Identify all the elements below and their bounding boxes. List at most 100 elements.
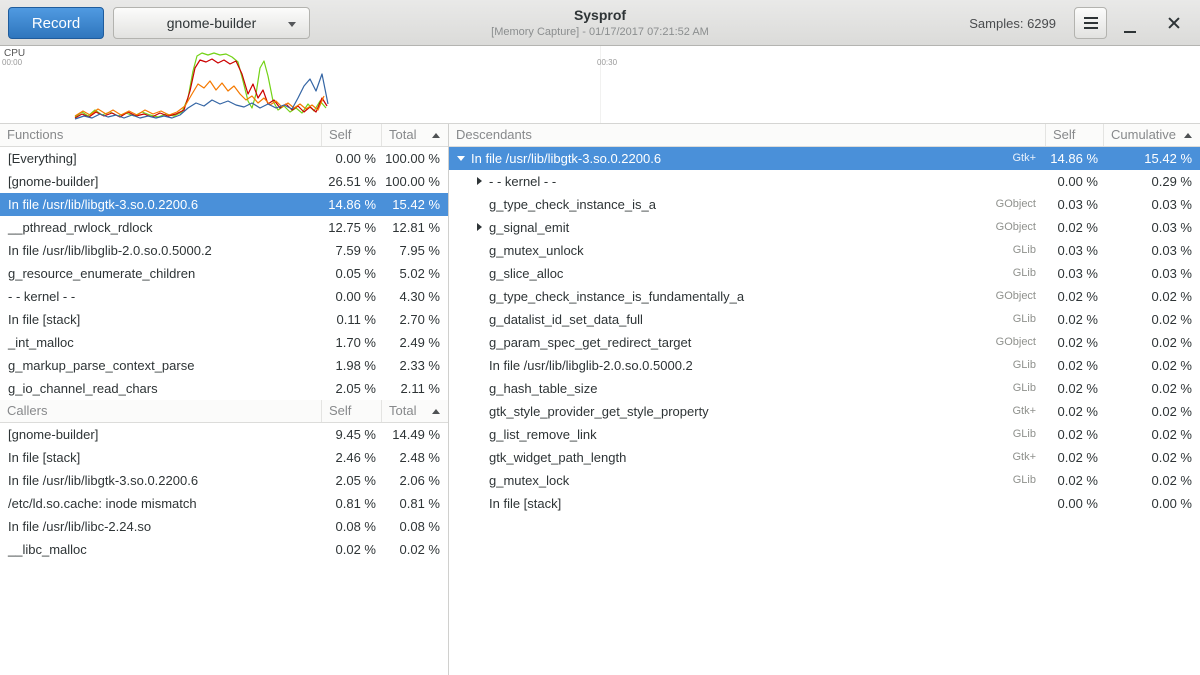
callers-column-header[interactable]: Callers — [0, 400, 322, 422]
total-column-header[interactable]: Total — [382, 124, 448, 146]
function-name-cell: In file [stack] — [0, 446, 322, 469]
minimize-button[interactable] — [1112, 7, 1148, 39]
descendants-row[interactable]: In file /usr/lib/libglib-2.0.so.0.5000.2… — [449, 354, 1200, 377]
process-selector-dropdown[interactable]: gnome-builder — [113, 7, 310, 39]
function-name-cell: [gnome-builder] — [0, 170, 322, 193]
functions-row[interactable]: [gnome-builder]26.51 %100.00 % — [0, 170, 448, 193]
self-percent-cell: 14.86 % — [322, 193, 382, 216]
functions-row[interactable]: [Everything]0.00 %100.00 % — [0, 147, 448, 170]
descendant-label: g_slice_alloc — [489, 266, 563, 281]
descendants-row[interactable]: g_param_spec_get_redirect_targetGObject0… — [449, 331, 1200, 354]
descendants-row[interactable]: g_slice_allocGLib0.03 %0.03 % — [449, 262, 1200, 285]
functions-column-header[interactable]: Functions — [0, 124, 322, 146]
library-badge: GLib — [976, 308, 1046, 331]
callers-row[interactable]: __libc_malloc0.02 %0.02 % — [0, 538, 448, 561]
self-column-header[interactable]: Self — [322, 400, 382, 422]
cumulative-column-label: Cumulative — [1111, 124, 1176, 146]
expander-closed-icon[interactable] — [473, 170, 489, 193]
self-percent-cell: 0.08 % — [322, 515, 382, 538]
record-button[interactable]: Record — [8, 7, 104, 39]
descendants-row[interactable]: gtk_style_provider_get_style_propertyGtk… — [449, 400, 1200, 423]
cpu-graph-area[interactable]: CPU 00:00 00:30 — [0, 46, 1200, 124]
descendant-name-cell: g_hash_table_size — [449, 377, 976, 400]
menu-button[interactable] — [1074, 7, 1107, 39]
cumulative-percent-cell: 0.02 % — [1104, 285, 1200, 308]
descendant-label: g_mutex_lock — [489, 473, 569, 488]
expander-spacer — [473, 377, 489, 400]
cpu-line-orange — [75, 81, 324, 116]
total-column-header[interactable]: Total — [382, 400, 448, 422]
self-column-header[interactable]: Self — [1046, 124, 1104, 146]
callers-row[interactable]: In file /usr/lib/libc-2.24.so0.08 %0.08 … — [0, 515, 448, 538]
descendant-name-cell: In file [stack] — [449, 492, 976, 515]
total-column-label: Total — [389, 400, 416, 422]
self-percent-cell: 0.00 % — [1046, 492, 1104, 515]
cpu-line-red — [75, 59, 327, 118]
callers-row[interactable]: In file [stack]2.46 %2.48 % — [0, 446, 448, 469]
self-percent-cell: 0.02 % — [1046, 377, 1104, 400]
library-badge: GLib — [976, 239, 1046, 262]
library-badge: Gtk+ — [976, 400, 1046, 423]
library-badge — [976, 492, 1046, 515]
total-percent-cell: 14.49 % — [382, 423, 448, 446]
cumulative-column-header[interactable]: Cumulative — [1104, 124, 1200, 146]
descendants-row[interactable]: gtk_widget_path_lengthGtk+0.02 %0.02 % — [449, 446, 1200, 469]
descendant-name-cell: g_mutex_lock — [449, 469, 976, 492]
callers-row[interactable]: In file /usr/lib/libgtk-3.so.0.2200.62.0… — [0, 469, 448, 492]
descendant-label: g_type_check_instance_is_fundamentally_a — [489, 289, 744, 304]
functions-row[interactable]: In file [stack]0.11 %2.70 % — [0, 308, 448, 331]
descendant-name-cell: g_type_check_instance_is_fundamentally_a — [449, 285, 976, 308]
cumulative-percent-cell: 0.02 % — [1104, 423, 1200, 446]
descendants-column-header[interactable]: Descendants — [449, 124, 1046, 146]
descendant-label: g_mutex_unlock — [489, 243, 584, 258]
descendant-label: g_param_spec_get_redirect_target — [489, 335, 691, 350]
descendants-row[interactable]: g_hash_table_sizeGLib0.02 %0.02 % — [449, 377, 1200, 400]
descendants-list: In file /usr/lib/libgtk-3.so.0.2200.6 Gtk… — [449, 147, 1200, 515]
descendants-row[interactable]: In file /usr/lib/libgtk-3.so.0.2200.6Gtk… — [449, 147, 1200, 170]
expander-open-icon[interactable] — [455, 147, 471, 170]
descendant-label: In file /usr/lib/libgtk-3.so.0.2200.6 — [471, 151, 661, 166]
expander-closed-icon[interactable] — [473, 216, 489, 239]
cumulative-percent-cell: 0.02 % — [1104, 469, 1200, 492]
descendant-name-cell: g_datalist_id_set_data_full — [449, 308, 976, 331]
self-column-header[interactable]: Self — [322, 124, 382, 146]
expander-spacer — [473, 492, 489, 515]
descendants-row[interactable]: g_mutex_lockGLib0.02 %0.02 % — [449, 469, 1200, 492]
self-percent-cell: 0.00 % — [322, 285, 382, 308]
descendants-row[interactable]: g_signal_emitGObject0.02 %0.03 % — [449, 216, 1200, 239]
functions-row[interactable]: - - kernel - -0.00 %4.30 % — [0, 285, 448, 308]
callers-row[interactable]: /etc/ld.so.cache: inode mismatch0.81 %0.… — [0, 492, 448, 515]
functions-row[interactable]: __pthread_rwlock_rdlock12.75 %12.81 % — [0, 216, 448, 239]
close-button[interactable] — [1156, 7, 1192, 39]
self-percent-cell: 0.02 % — [322, 538, 382, 561]
functions-row[interactable]: g_io_channel_read_chars2.05 %2.11 % — [0, 377, 448, 400]
expander-spacer — [473, 285, 489, 308]
descendants-row[interactable]: g_datalist_id_set_data_fullGLib0.02 %0.0… — [449, 308, 1200, 331]
functions-row[interactable]: In file /usr/lib/libglib-2.0.so.0.5000.2… — [0, 239, 448, 262]
descendant-name-cell: In file /usr/lib/libglib-2.0.so.0.5000.2 — [449, 354, 976, 377]
expander-spacer — [473, 354, 489, 377]
descendants-row[interactable]: g_mutex_unlockGLib0.03 %0.03 % — [449, 239, 1200, 262]
cumulative-percent-cell: 0.02 % — [1104, 354, 1200, 377]
cumulative-percent-cell: 0.03 % — [1104, 239, 1200, 262]
descendants-row[interactable]: g_type_check_instance_is_aGObject0.03 %0… — [449, 193, 1200, 216]
descendants-row[interactable]: g_type_check_instance_is_fundamentally_a… — [449, 285, 1200, 308]
descendants-row[interactable]: - - kernel - -0.00 %0.29 % — [449, 170, 1200, 193]
functions-row[interactable]: g_resource_enumerate_children0.05 %5.02 … — [0, 262, 448, 285]
cumulative-percent-cell: 0.03 % — [1104, 193, 1200, 216]
process-selector-label: gnome-builder — [167, 15, 257, 31]
expander-spacer — [473, 308, 489, 331]
callers-row[interactable]: [gnome-builder]9.45 %14.49 % — [0, 423, 448, 446]
callers-list: [gnome-builder]9.45 %14.49 %In file [sta… — [0, 423, 448, 561]
function-name-cell: [Everything] — [0, 147, 322, 170]
functions-row[interactable]: _int_malloc1.70 %2.49 % — [0, 331, 448, 354]
functions-row[interactable]: g_markup_parse_context_parse1.98 %2.33 % — [0, 354, 448, 377]
function-name-cell: _int_malloc — [0, 331, 322, 354]
self-percent-cell: 0.02 % — [1046, 423, 1104, 446]
functions-row[interactable]: In file /usr/lib/libgtk-3.so.0.2200.614.… — [0, 193, 448, 216]
total-percent-cell: 2.33 % — [382, 354, 448, 377]
library-badge — [976, 170, 1046, 193]
capture-subtitle: [Memory Capture] - 01/17/2017 07:21:52 A… — [330, 26, 870, 38]
descendants-row[interactable]: g_list_remove_linkGLib0.02 %0.02 % — [449, 423, 1200, 446]
descendants-row[interactable]: In file [stack]0.00 %0.00 % — [449, 492, 1200, 515]
